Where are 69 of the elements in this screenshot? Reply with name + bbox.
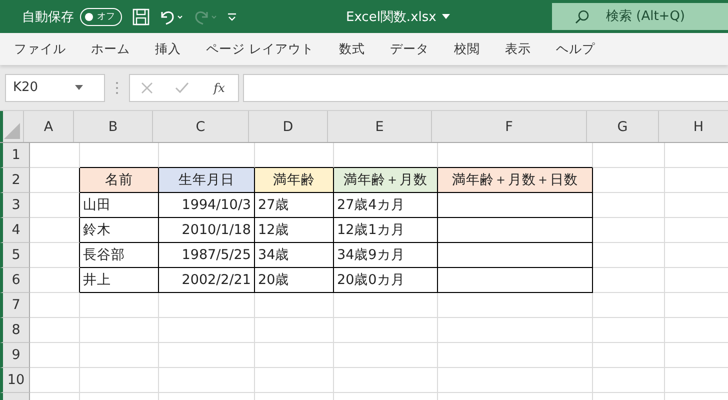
table-cell: 34歳 bbox=[255, 243, 334, 268]
table-cell: 井上 bbox=[80, 268, 159, 293]
save-icon[interactable] bbox=[132, 8, 150, 26]
menu-tab[interactable]: 校閲 bbox=[444, 40, 490, 58]
table-cell: 20歳 bbox=[255, 268, 334, 293]
menu-tab[interactable]: ヘルプ bbox=[546, 40, 605, 58]
table-cell: 34歳9カ月 bbox=[334, 243, 438, 268]
row-header[interactable]: 5 bbox=[0, 243, 30, 268]
menu-tab[interactable]: ファイル bbox=[4, 40, 76, 58]
table-cell: 長谷部 bbox=[80, 243, 159, 268]
table-cell: 12歳1カ月 bbox=[334, 218, 438, 243]
table-cell: 27歳 bbox=[255, 193, 334, 218]
menu-tab[interactable]: 数式 bbox=[328, 40, 375, 58]
column-header[interactable]: C bbox=[153, 111, 249, 142]
dropdown-icon[interactable] bbox=[442, 14, 450, 19]
table-cell: 鈴木 bbox=[80, 218, 159, 243]
row-header[interactable]: 8 bbox=[0, 318, 30, 343]
insert-function-button[interactable]: fx bbox=[212, 80, 227, 94]
menu-tab[interactable]: ページ レイアウト bbox=[196, 40, 324, 58]
table-cell: 1994/10/3 bbox=[159, 193, 255, 218]
search-field[interactable]: 検索 (Alt+Q) bbox=[552, 3, 728, 30]
row-header[interactable]: 2 bbox=[0, 168, 30, 193]
column-header[interactable]: G bbox=[587, 111, 659, 142]
table-header-cell: 生年月日 bbox=[159, 168, 255, 193]
row-header[interactable]: 1 bbox=[0, 143, 30, 168]
dropdown-icon[interactable] bbox=[75, 85, 83, 90]
search-icon bbox=[574, 9, 590, 25]
check-icon[interactable] bbox=[175, 82, 190, 94]
empty-cell bbox=[593, 368, 665, 393]
row-header[interactable]: 6 bbox=[0, 268, 30, 293]
column-header[interactable]: B bbox=[74, 111, 153, 142]
table-header-cell: 満年齢＋月数 bbox=[334, 168, 438, 193]
grip-icon bbox=[115, 80, 119, 96]
table-cell: 2010/1/18 bbox=[159, 218, 255, 243]
column-header[interactable]: A bbox=[24, 111, 74, 142]
table-cell: 20歳0カ月 bbox=[334, 268, 438, 293]
name-box[interactable]: K20 bbox=[5, 74, 105, 102]
column-header[interactable]: E bbox=[328, 111, 432, 142]
row-header[interactable]: 10 bbox=[0, 368, 30, 393]
table-cell: 2002/2/21 bbox=[159, 268, 255, 293]
table-cell: 1987/5/25 bbox=[159, 243, 255, 268]
empty-cell bbox=[593, 193, 665, 218]
table-cell: 27歳4カ月 bbox=[334, 193, 438, 218]
column-header[interactable]: D bbox=[249, 111, 328, 142]
empty-cell bbox=[593, 218, 665, 243]
formula-field[interactable] bbox=[243, 74, 728, 102]
column-header[interactable]: H bbox=[659, 111, 728, 142]
file-name[interactable]: Excel関数.xlsx bbox=[346, 8, 436, 26]
table-cell: 12歳 bbox=[255, 218, 334, 243]
empty-cell bbox=[593, 293, 665, 318]
menu-tab[interactable]: 挿入 bbox=[145, 40, 191, 58]
row-header[interactable]: 7 bbox=[0, 293, 30, 318]
autosave-toggle[interactable]: オフ bbox=[80, 8, 122, 26]
menu-tab[interactable]: データ bbox=[380, 40, 439, 58]
row-header[interactable]: 3 bbox=[0, 193, 30, 218]
table-header-cell: 満年齢＋月数＋日数 bbox=[438, 168, 593, 193]
menu-tab[interactable]: ホーム bbox=[81, 40, 140, 58]
table-header-cell: 満年齢 bbox=[255, 168, 334, 193]
empty-cell bbox=[593, 243, 665, 268]
empty-cell bbox=[593, 318, 665, 343]
empty-cell bbox=[593, 268, 665, 293]
empty-cell bbox=[593, 343, 665, 368]
column-header[interactable]: F bbox=[432, 111, 587, 142]
menu-tab[interactable]: 表示 bbox=[494, 40, 541, 58]
row-header[interactable]: 4 bbox=[0, 218, 30, 243]
autosave-label: 自動保存 bbox=[22, 8, 74, 26]
table-header-cell: 名前 bbox=[80, 168, 159, 193]
table-cell: 山田 bbox=[80, 193, 159, 218]
row-header[interactable]: 9 bbox=[0, 343, 30, 368]
